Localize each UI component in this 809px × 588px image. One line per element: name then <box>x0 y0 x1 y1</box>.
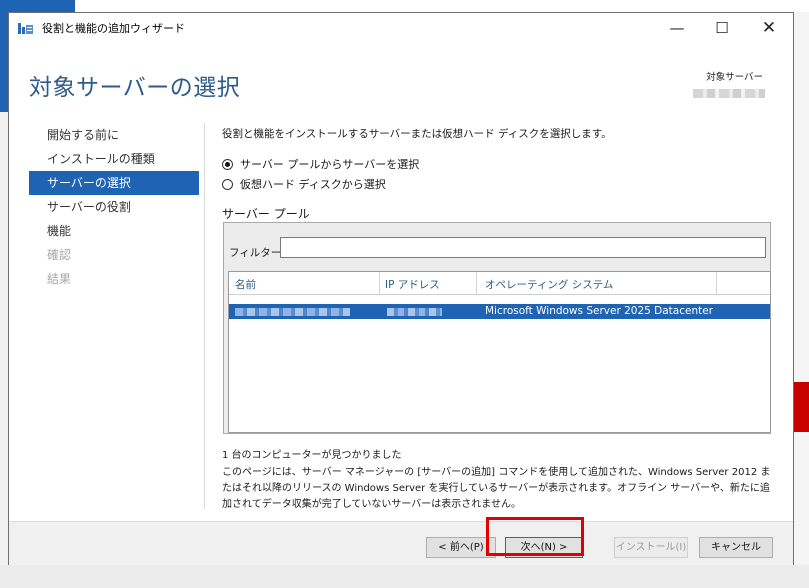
nav-item-before-you-begin[interactable]: 開始する前に <box>29 123 199 147</box>
nav-item-server-selection[interactable]: サーバーの選択 <box>29 171 199 195</box>
minimize-button[interactable]: — <box>654 13 700 43</box>
background-window-right <box>794 12 809 588</box>
filter-label: フィルター: <box>229 247 285 259</box>
column-header-os[interactable]: オペレーティング システム <box>485 277 613 292</box>
column-header-name[interactable]: 名前 <box>235 277 256 292</box>
nav-item-features[interactable]: 機能 <box>29 219 199 243</box>
button-bar: < 前へ(P) 次へ(N) > インストール(I) キャンセル <box>9 521 793 565</box>
destination-server-value-redacted <box>693 89 765 98</box>
table-row[interactable]: Microsoft Windows Server 2025 Datacenter <box>229 304 770 319</box>
column-separator[interactable] <box>476 272 477 294</box>
background-window-top <box>0 0 809 12</box>
grid-header: 名前 IP アドレス オペレーティング システム <box>229 272 770 295</box>
ip-address-redacted <box>387 308 442 316</box>
wizard-window: 役割と機能の追加ウィザード — ☐ ✕ 対象サーバーの選択 対象サーバー 開始す… <box>8 12 794 565</box>
column-separator[interactable] <box>379 272 380 294</box>
background-sidebar-strip <box>0 12 8 112</box>
nav-divider <box>204 123 205 509</box>
nav-item-server-roles[interactable]: サーバーの役割 <box>29 195 199 219</box>
radio-server-pool-label: サーバー プールからサーバーを選択 <box>240 158 420 171</box>
background-window-bottom <box>0 565 809 588</box>
server-manager-icon <box>18 23 33 34</box>
nav-item-installation-type[interactable]: インストールの種類 <box>29 147 199 171</box>
server-list-grid[interactable]: 名前 IP アドレス オペレーティング システム Microsoft Windo… <box>228 271 771 433</box>
title-bar[interactable]: 役割と機能の追加ウィザード — ☐ ✕ <box>9 13 793 43</box>
server-pool-panel: フィルター: 名前 IP アドレス オペレーティング システム Microsof… <box>223 222 771 434</box>
filter-input[interactable] <box>280 237 766 258</box>
column-separator[interactable] <box>716 272 717 294</box>
destination-server-label: 対象サーバー <box>706 72 763 83</box>
next-button-highlight <box>486 517 584 556</box>
server-name-redacted <box>235 308 350 316</box>
nav-item-results: 結果 <box>47 272 72 286</box>
wizard-nav: 開始する前に インストールの種類 サーバーの選択 サーバーの役割 機能 確認 結… <box>29 123 199 291</box>
nav-item-confirmation: 確認 <box>47 248 72 262</box>
radio-button-checked[interactable] <box>222 158 233 170</box>
background-red-element <box>794 382 809 432</box>
radio-vhd[interactable]: 仮想ハード ディスクから選択 <box>222 175 386 193</box>
close-button[interactable]: ✕ <box>746 13 792 43</box>
window-title: 役割と機能の追加ウィザード <box>42 22 185 35</box>
page-description: 役割と機能をインストールするサーバーまたは仮想ハード ディスクを選択します。 <box>222 128 612 140</box>
background-accent-strip <box>0 0 75 12</box>
install-button: インストール(I) <box>614 537 688 558</box>
maximize-button[interactable]: ☐ <box>699 13 745 43</box>
radio-button-unchecked[interactable] <box>222 178 233 190</box>
page-title: 対象サーバーの選択 <box>29 75 241 101</box>
radio-vhd-label: 仮想ハード ディスクから選択 <box>240 178 386 191</box>
computer-count: 1 台のコンピューターが見つかりました <box>222 450 402 461</box>
radio-server-pool[interactable]: サーバー プールからサーバーを選択 <box>222 155 419 173</box>
column-header-ip[interactable]: IP アドレス <box>385 277 440 292</box>
info-note: このページには、サーバー マネージャーの [サーバーの追加] コマンドを使用して… <box>222 467 771 510</box>
cancel-button[interactable]: キャンセル <box>699 537 773 558</box>
cell-operating-system: Microsoft Windows Server 2025 Datacenter <box>485 305 714 317</box>
server-pool-heading: サーバー プール <box>222 207 310 221</box>
